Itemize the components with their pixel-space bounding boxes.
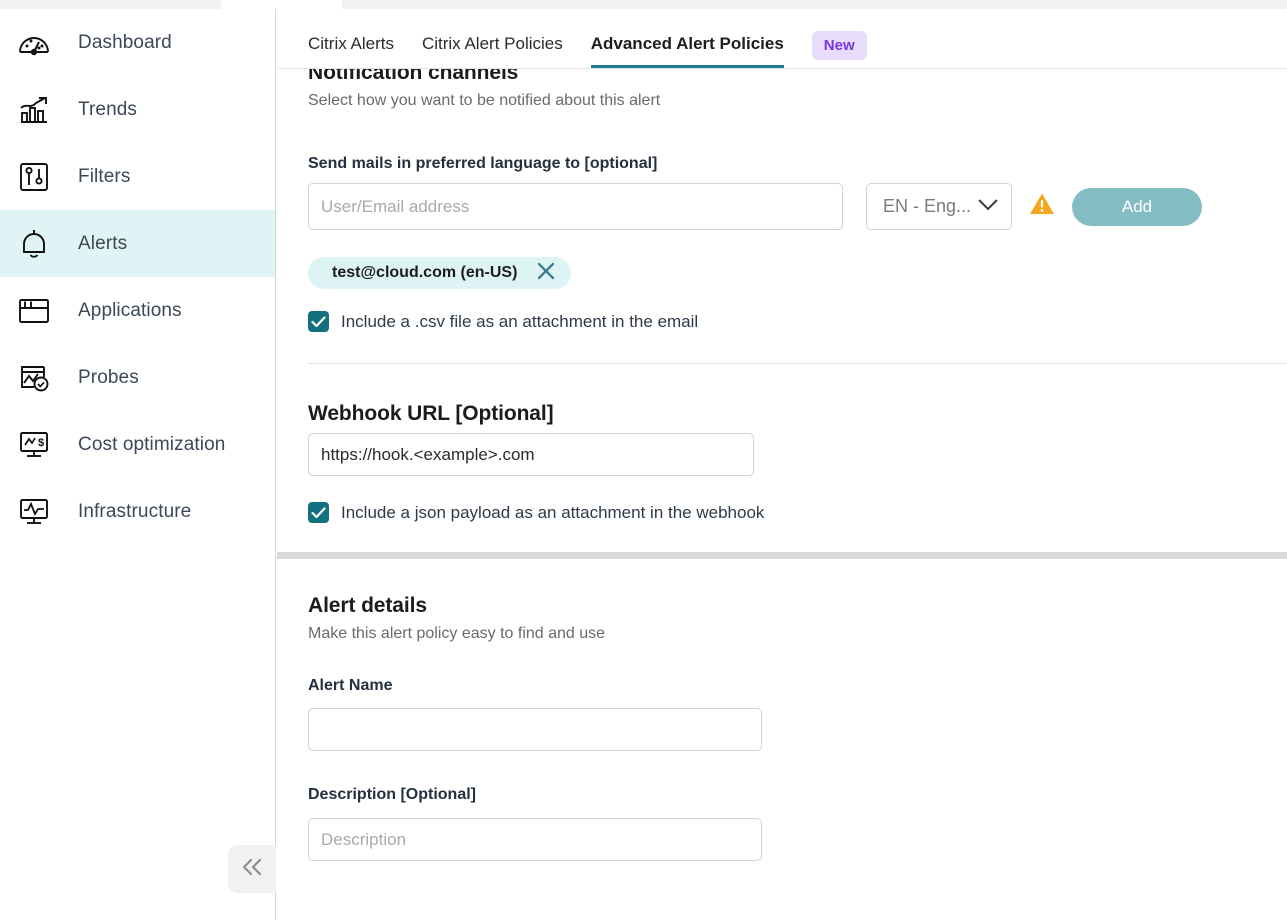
json-payload-label: Include a json payload as an attachment … <box>341 503 764 523</box>
section-divider <box>308 363 1287 364</box>
tab-bar: Citrix Alerts Citrix Alert Policies Adva… <box>277 9 1287 69</box>
sidebar-item-infrastructure[interactable]: Infrastructure <box>0 478 275 545</box>
sidebar-collapse-button[interactable] <box>228 845 276 893</box>
recipient-entry-row: EN - Eng... Add <box>308 183 1202 230</box>
json-payload-checkbox[interactable] <box>308 502 329 523</box>
recipient-chip-label: test@cloud.com (en-US) <box>332 264 517 282</box>
close-icon[interactable] <box>535 260 557 287</box>
sidebar: Dashboard Trends <box>0 9 276 920</box>
send-mails-label: Send mails in preferred language to [opt… <box>308 155 657 173</box>
add-recipient-button[interactable]: Add <box>1072 188 1202 226</box>
sidebar-item-label: Dashboard <box>78 32 172 54</box>
sidebar-item-label: Filters <box>78 166 130 188</box>
monitor-dollar-icon: $ <box>12 427 56 463</box>
sidebar-item-probes[interactable]: Probes <box>0 344 275 411</box>
sidebar-item-cost-optimization[interactable]: $ Cost optimization <box>0 411 275 478</box>
sidebar-item-label: Applications <box>78 300 182 322</box>
sidebar-item-label: Cost optimization <box>78 434 225 456</box>
probe-check-icon <box>12 360 56 396</box>
webhook-url-input[interactable] <box>308 433 754 476</box>
json-payload-checkbox-row[interactable]: Include a json payload as an attachment … <box>308 502 764 523</box>
recipient-chip[interactable]: test@cloud.com (en-US) <box>308 257 571 289</box>
csv-attachment-label: Include a .csv file as an attachment in … <box>341 312 698 332</box>
email-input[interactable] <box>308 183 843 230</box>
app-root: Dashboard Trends <box>0 0 1287 920</box>
bell-icon <box>12 226 56 262</box>
tab-advanced-alert-policies[interactable]: Advanced Alert Policies <box>591 35 784 68</box>
sidebar-item-trends[interactable]: Trends <box>0 76 275 143</box>
language-select-value: EN - Eng... <box>883 196 971 217</box>
gauge-icon <box>12 25 56 61</box>
trend-chart-icon <box>12 92 56 128</box>
alert-name-input[interactable] <box>308 708 762 751</box>
sidebar-item-label: Trends <box>78 99 137 121</box>
sidebar-item-alerts[interactable]: Alerts <box>0 210 275 277</box>
svg-text:$: $ <box>38 437 44 449</box>
csv-attachment-checkbox[interactable] <box>308 311 329 332</box>
csv-attachment-checkbox-row[interactable]: Include a .csv file as an attachment in … <box>308 311 698 332</box>
tab-citrix-alert-policies[interactable]: Citrix Alert Policies <box>422 35 563 68</box>
description-input[interactable] <box>308 818 762 861</box>
tab-citrix-alerts[interactable]: Citrix Alerts <box>308 35 394 68</box>
alert-details-header: Alert details Make this alert policy eas… <box>308 594 605 643</box>
sidebar-item-label: Infrastructure <box>78 501 191 523</box>
window-icon <box>12 293 56 329</box>
sidebar-item-filters[interactable]: Filters <box>0 143 275 210</box>
webhook-title: Webhook URL [Optional] <box>308 402 554 426</box>
sidebar-item-applications[interactable]: Applications <box>0 277 275 344</box>
panel-separator <box>277 552 1287 559</box>
browser-top-strip <box>0 0 1287 9</box>
main-panel: Notification channels Select how you wan… <box>277 9 1287 920</box>
sliders-icon <box>12 159 56 195</box>
sidebar-item-dashboard[interactable]: Dashboard <box>0 9 275 76</box>
alert-name-label: Alert Name <box>308 677 392 695</box>
monitor-pulse-icon <box>12 494 56 530</box>
language-select[interactable]: EN - Eng... <box>866 183 1012 230</box>
description-label: Description [Optional] <box>308 786 476 804</box>
chevron-down-icon <box>976 196 1000 217</box>
alert-details-subtitle: Make this alert policy easy to find and … <box>308 625 605 643</box>
alert-details-title: Alert details <box>308 594 605 618</box>
recipient-chip-list: test@cloud.com (en-US) <box>308 257 571 289</box>
browser-tab-sliver[interactable] <box>221 0 342 9</box>
sidebar-item-label: Alerts <box>78 233 127 255</box>
chevron-double-left-icon <box>239 856 265 883</box>
section-subtitle: Select how you want to be notified about… <box>308 92 660 110</box>
warning-triangle-icon <box>1029 192 1055 221</box>
new-badge[interactable]: New <box>812 31 867 60</box>
settings-form: Notification channels Select how you wan… <box>277 9 1287 920</box>
sidebar-item-label: Probes <box>78 367 139 389</box>
